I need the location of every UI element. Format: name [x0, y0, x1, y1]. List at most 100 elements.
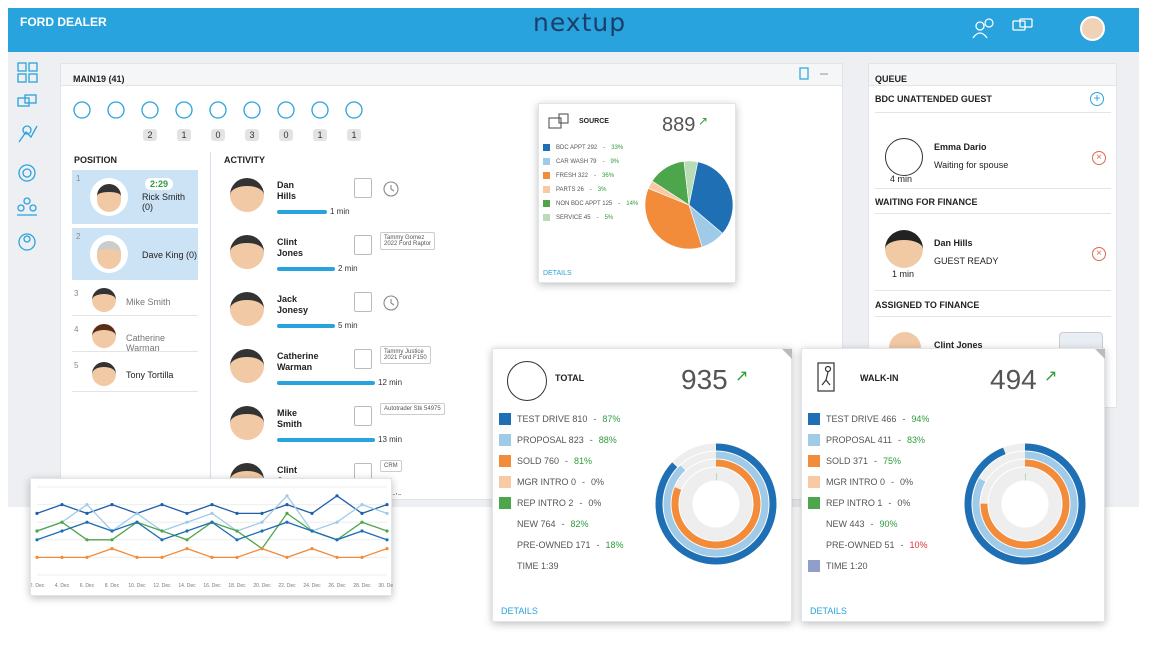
metric-row: TIME 1:39 [499, 560, 659, 572]
position-row-3[interactable]: 3 Mike Smith [72, 286, 198, 316]
person-swap-icon[interactable] [208, 100, 228, 120]
queue-section-heading: ASSIGNED TO FINANCE [875, 300, 980, 310]
remove-guest-button[interactable]: × [1092, 247, 1106, 261]
legend-pct: 5% [604, 214, 614, 221]
data-point [260, 511, 264, 515]
activity-row[interactable]: Jack Jonesy 5 min [224, 284, 474, 340]
data-point [35, 511, 39, 515]
forward-person-icon[interactable] [344, 100, 364, 120]
total-metrics: TEST DRIVE 810-87% PROPOSAL 823-88% SOLD 7… [499, 413, 659, 581]
card-corner [1095, 349, 1105, 359]
metric-pct: 82% [570, 519, 589, 529]
count-badge: 1 [177, 129, 191, 141]
toolbar-item[interactable]: 1 [342, 100, 366, 143]
position-row-4[interactable]: 4 Catherine Warman [72, 322, 198, 353]
toolbar-item[interactable]: 0 [274, 100, 298, 143]
activity-tag: Tammy Gomez 2022 Ford Raptor [380, 232, 436, 250]
position-row-1[interactable]: 1 2:29 Rick Smith (0) [72, 170, 198, 224]
chat-icon[interactable] [17, 94, 37, 107]
queue-wait-time: 1 min [892, 269, 915, 279]
metric-label: PRE-OWNED 51 [826, 540, 895, 550]
car-wash-icon[interactable] [276, 100, 296, 120]
metric-pct: 87% [602, 414, 621, 424]
activity-first-name: Jack [277, 294, 298, 304]
clock-icon[interactable] [310, 100, 330, 120]
add-circle-icon[interactable] [72, 100, 92, 120]
add-guest-button[interactable]: + [1090, 92, 1104, 106]
data-point [185, 511, 189, 515]
x-tick-label: 20. Dec [253, 583, 271, 589]
settings-person-icon[interactable] [18, 233, 36, 251]
toolbar-item[interactable] [70, 100, 94, 125]
total-icon [507, 361, 547, 401]
data-point [235, 529, 239, 533]
walkin-details-link[interactable]: DETAILS [810, 606, 847, 616]
series-line [36, 512, 388, 550]
metric-swatch [808, 434, 820, 446]
avatar [885, 230, 923, 268]
source-legend-item: CAR WASH 79-9% [543, 158, 653, 165]
divider [875, 112, 1111, 113]
activity-last-name: Warman [277, 362, 313, 372]
remove-guest-button[interactable]: × [1092, 151, 1106, 165]
avatar [90, 178, 128, 216]
queue-section-heading: BDC UNATTENDED GUEST [875, 94, 992, 104]
legend-pct: 9% [610, 158, 620, 165]
pie-person-icon[interactable] [242, 100, 262, 120]
position-row-5[interactable]: 5 Tony Tortilla [72, 358, 198, 392]
toolbar-item[interactable]: 1 [308, 100, 332, 143]
position-row-2[interactable]: 2 Dave King (0) [72, 228, 198, 280]
data-point [335, 494, 339, 498]
data-point [360, 529, 364, 533]
clipboard-icon[interactable] [799, 67, 809, 80]
trend-chart-card: 2. Dec 4. Dec 6. Dec 8. Dec 10. Dec 12. Dec 14… [30, 478, 396, 596]
user-avatar[interactable] [1080, 16, 1105, 41]
divider [875, 290, 1111, 291]
x-tick-label: 6. Dec [80, 583, 95, 589]
metric-label: REP INTRO 2 [517, 498, 574, 508]
source-details-link[interactable]: DETAILS [543, 270, 572, 277]
avatar [92, 324, 116, 348]
legend-label: NON BDC APPT 125 [556, 200, 613, 207]
activity-tag: Tammy Justice 2021 Ford F150 [380, 346, 431, 364]
x-tick-label: 30. Dec [378, 583, 393, 589]
team-icon[interactable] [17, 197, 37, 216]
legend-swatch [543, 214, 550, 221]
metric-swatch [808, 413, 820, 425]
target-icon[interactable] [18, 164, 36, 182]
tag-line: 2021 Ford F150 [384, 355, 427, 361]
total-details-link[interactable]: DETAILS [501, 606, 538, 616]
metric-pct: 0% [588, 498, 602, 508]
toolbar-item[interactable]: 3 [240, 100, 264, 143]
analytics-icon[interactable] [18, 125, 38, 143]
data-point [385, 529, 389, 533]
activity-row[interactable]: Mike Smith 13 min Autotrader Stk 54975 [224, 398, 474, 454]
metric-row: TIME 1:20 [808, 560, 968, 572]
metric-label: SOLD 371 [826, 456, 869, 466]
phone-person-icon[interactable] [174, 100, 194, 120]
source-legend-item: FRESH 322-36% [543, 172, 653, 179]
activity-status-icon [354, 406, 372, 426]
activity-row[interactable]: Catherine Warman 12 min Tammy Justice 2021 F… [224, 341, 474, 397]
activity-first-name: Mike [277, 408, 298, 418]
toolbar-item[interactable]: 0 [206, 100, 230, 143]
count-badge: 1 [313, 129, 327, 141]
activity-progress-bar [277, 438, 375, 442]
toolbar-item[interactable]: 2 [138, 100, 162, 143]
grid-icon[interactable] [17, 62, 38, 83]
toolbar-item[interactable] [104, 100, 128, 125]
walk-in-icon[interactable] [140, 100, 160, 120]
chat-icon[interactable] [1012, 18, 1034, 38]
legend-label: CAR WASH 79 [556, 158, 597, 165]
activity-row[interactable]: Dan Hills 1 min [224, 170, 474, 226]
data-point [385, 503, 389, 507]
count-badge: 0 [279, 129, 293, 141]
activity-row[interactable]: Clint Jones 2 min Tammy Gomez 2022 Ford Rapt… [224, 227, 474, 283]
calendar-icon[interactable] [106, 100, 126, 120]
toolbar-item[interactable]: 1 [172, 100, 196, 143]
user-pin-icon[interactable] [970, 18, 996, 42]
data-point [360, 520, 364, 524]
metric-pct: 10% [909, 540, 928, 550]
legend-swatch [543, 144, 550, 151]
position-name: Mike Smith [126, 297, 171, 307]
